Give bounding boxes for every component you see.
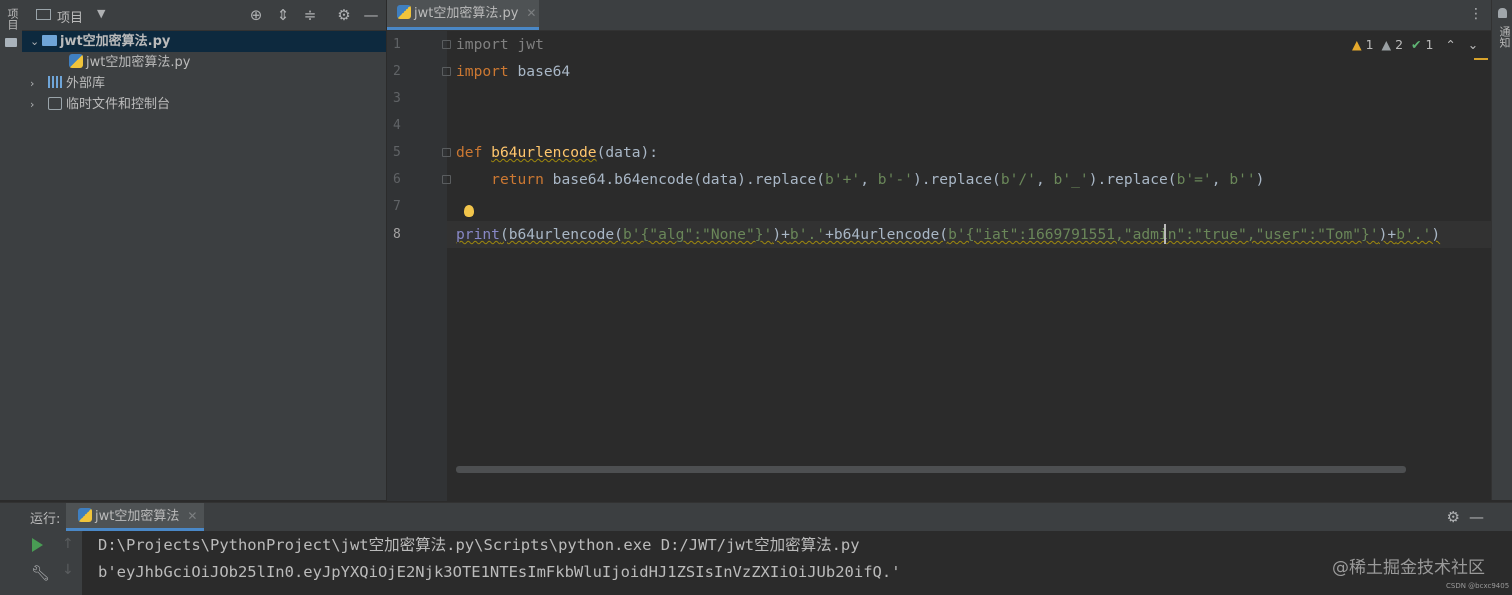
line-number: 2 xyxy=(393,64,401,79)
gear-icon[interactable]: ⚙ xyxy=(336,7,352,23)
project-panel-header: 项目 ▼ ⊕ ⇕ ≑ ⚙ — xyxy=(22,0,386,31)
tree-item-label: jwt空加密算法.py xyxy=(86,55,191,70)
chevron-down-icon[interactable]: ⌄ xyxy=(30,31,42,52)
tree-item-label: jwt空加密算法.py xyxy=(60,34,171,49)
play-icon[interactable] xyxy=(32,538,43,552)
project-tool-tab[interactable]: 项目 xyxy=(4,8,19,30)
gear-icon[interactable]: ⚙ xyxy=(1447,508,1460,526)
chevron-right-icon[interactable]: › xyxy=(30,73,42,94)
project-panel-title[interactable]: 项目 xyxy=(57,7,83,26)
tree-item-scratches[interactable]: › 临时文件和控制台 xyxy=(22,94,386,115)
chevron-down-icon[interactable]: ⌄ xyxy=(1468,37,1478,52)
bell-icon[interactable] xyxy=(1498,8,1507,18)
editor-tab-bar: jwt空加密算法.py ✕ ⋮ xyxy=(387,0,1491,31)
run-tab[interactable]: jwt空加密算法 ✕ xyxy=(66,503,204,531)
scratch-icon xyxy=(48,97,62,110)
line-number: 6 xyxy=(393,172,401,187)
python-folder-icon xyxy=(42,35,57,46)
line-number: 7 xyxy=(393,199,401,214)
more-options-icon[interactable]: ⋮ xyxy=(1469,6,1483,22)
tree-item-label: 外部库 xyxy=(66,76,106,91)
minimize-icon[interactable]: — xyxy=(363,7,379,23)
tree-item-external-libraries[interactable]: › 外部库 xyxy=(22,73,386,94)
line-number: 3 xyxy=(393,91,401,106)
code-editor[interactable] xyxy=(447,31,1491,501)
error-stripe-marker[interactable] xyxy=(1474,58,1488,60)
folder-icon[interactable] xyxy=(5,38,17,47)
text-caret xyxy=(1164,224,1166,244)
locate-icon[interactable]: ⊕ xyxy=(248,7,264,23)
right-tool-strip: 通知 xyxy=(1491,0,1512,500)
fold-marker-icon[interactable] xyxy=(442,148,451,157)
notifications-tool-tab[interactable]: 通知 xyxy=(1496,26,1511,48)
arrow-down-icon[interactable]: ↓ xyxy=(62,562,74,578)
left-tool-strip: 项目 xyxy=(0,0,23,500)
arrow-up-icon[interactable]: ↑ xyxy=(62,536,74,552)
code-line: print(b64urlencode(b'{"alg":"None"}')+b'… xyxy=(456,226,1441,243)
chevron-down-icon[interactable]: ▼ xyxy=(97,7,105,20)
warning-icon: ▲ xyxy=(1352,37,1362,52)
watermark-sub: CSDN @bcxc9405 xyxy=(1446,582,1510,590)
chevron-up-icon[interactable]: ⌃ xyxy=(1445,37,1455,52)
project-panel: 项目 ▼ ⊕ ⇕ ≑ ⚙ — ⌄ jwt空加密算法.py jwt空加密算法.py … xyxy=(22,0,386,500)
ok-count: 1 xyxy=(1425,37,1434,52)
expand-all-icon[interactable]: ⇕ xyxy=(275,7,291,23)
tree-item-project-root[interactable]: ⌄ jwt空加密算法.py xyxy=(22,31,386,52)
run-panel-label: 运行: xyxy=(30,512,61,527)
weak-warning-icon: ▲ xyxy=(1381,37,1392,52)
console-line: D:\Projects\PythonProject\jwt空加密算法.py\Sc… xyxy=(98,536,860,554)
warning-count: 1 xyxy=(1365,37,1374,52)
line-number: 4 xyxy=(393,118,401,133)
fold-marker-icon[interactable] xyxy=(442,67,451,76)
code-line: import base64 xyxy=(456,63,571,80)
minimize-icon[interactable]: — xyxy=(1469,508,1484,526)
tree-item-file[interactable]: jwt空加密算法.py xyxy=(22,52,386,73)
code-line: def b64urlencode(data): xyxy=(456,144,659,161)
library-icon xyxy=(48,76,62,88)
lightbulb-icon[interactable] xyxy=(464,205,474,217)
editor-tab[interactable]: jwt空加密算法.py ✕ xyxy=(387,0,539,30)
check-icon: ✔ xyxy=(1411,37,1422,52)
fold-marker-icon[interactable] xyxy=(442,40,451,49)
project-view-icon xyxy=(36,9,51,20)
python-file-icon xyxy=(78,508,92,522)
inspection-widget[interactable]: ▲ 1 ▲ 2 ✔ 1 ⌃ ⌄ xyxy=(1352,36,1478,54)
code-line: return base64.b64encode(data).replace(b'… xyxy=(491,171,1265,188)
fold-marker-icon[interactable] xyxy=(442,175,451,184)
python-file-icon xyxy=(69,54,83,68)
line-number: 5 xyxy=(393,145,401,160)
line-number: 8 xyxy=(393,227,401,242)
watermark: @稀土掘金技术社区 xyxy=(1332,558,1485,578)
run-tool-strip xyxy=(0,531,22,595)
python-file-icon xyxy=(397,5,411,19)
weak-warning-count: 2 xyxy=(1395,37,1404,52)
tree-item-label: 临时文件和控制台 xyxy=(66,97,171,112)
run-panel-header: 运行: jwt空加密算法 ✕ ⚙ — xyxy=(0,502,1512,532)
close-icon[interactable]: ✕ xyxy=(526,6,536,20)
console-line: b'eyJhbGciOiJOb25lIn0.eyJpYXQiOjE2Njk3OT… xyxy=(98,563,901,581)
editor-tab-label: jwt空加密算法.py xyxy=(414,6,519,21)
horizontal-scrollbar[interactable] xyxy=(456,466,1406,473)
collapse-all-icon[interactable]: ≑ xyxy=(302,7,318,23)
line-number: 1 xyxy=(393,37,401,52)
code-line: import jwt xyxy=(456,36,544,53)
chevron-right-icon[interactable]: › xyxy=(30,94,42,115)
wrench-icon[interactable]: 🔧︎ xyxy=(31,564,50,582)
close-icon[interactable]: ✕ xyxy=(187,509,197,523)
run-tab-label: jwt空加密算法 xyxy=(95,509,180,524)
